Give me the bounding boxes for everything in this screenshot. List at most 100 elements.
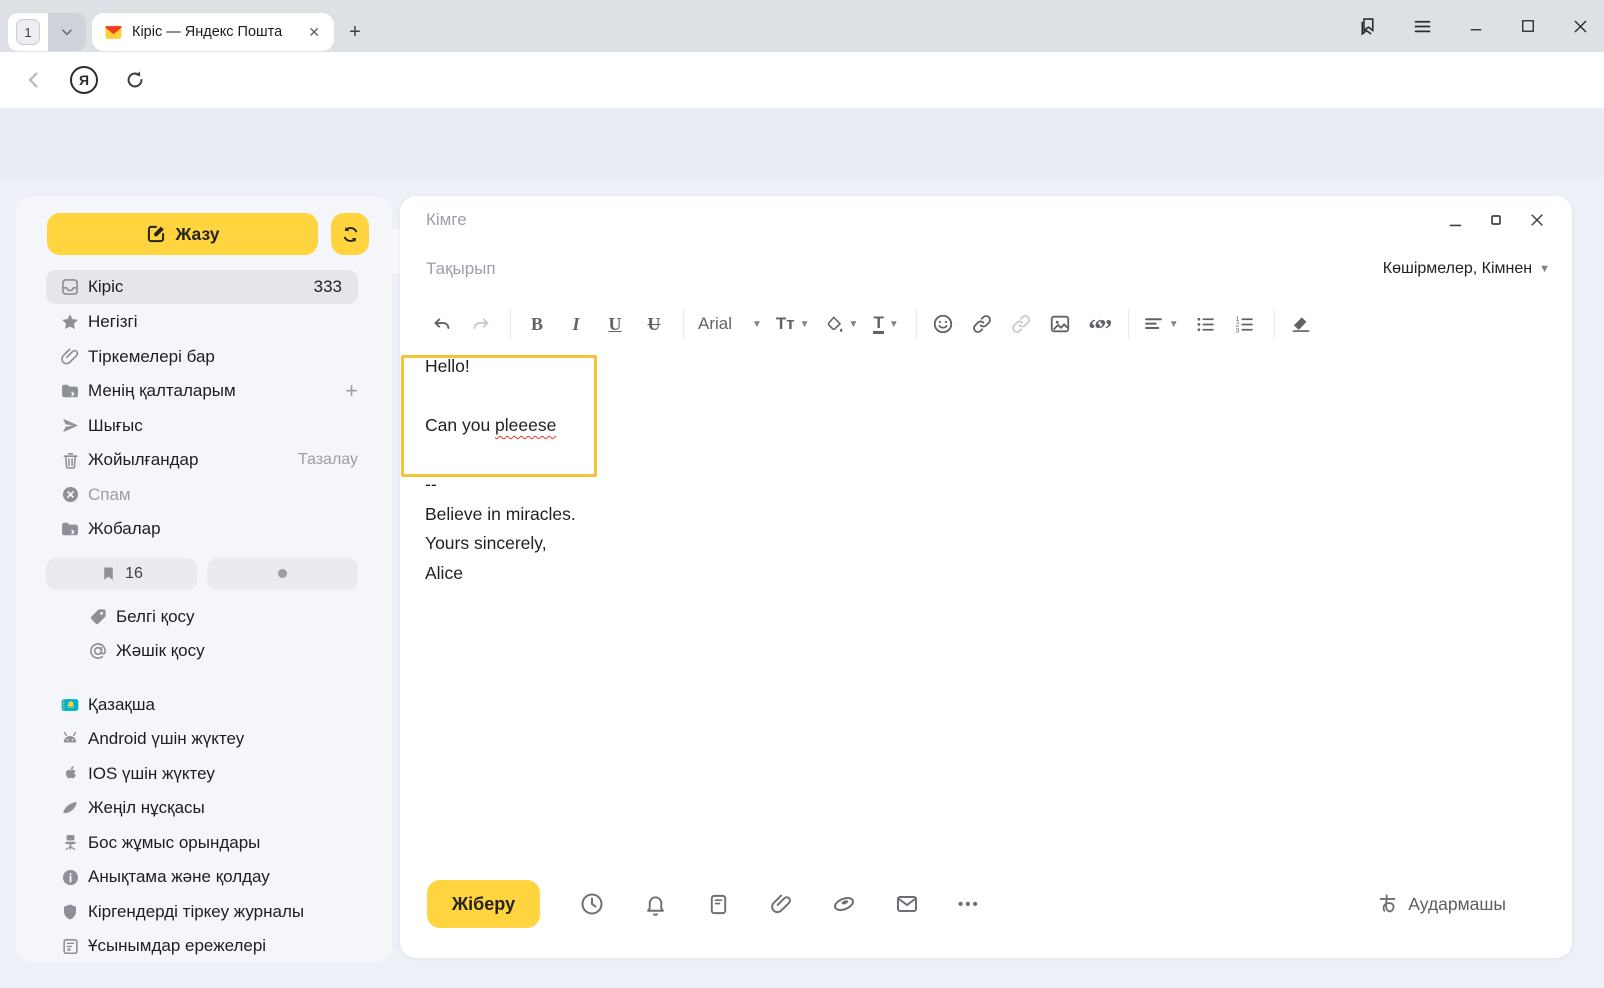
reload-icon[interactable]: [124, 69, 146, 91]
new-tab-button[interactable]: +: [342, 19, 368, 45]
font-size-dropdown[interactable]: Tт▼: [776, 310, 810, 338]
subject-field[interactable]: [426, 259, 1383, 279]
more-actions-icon[interactable]: •••: [958, 896, 980, 913]
attach-from-disk-icon[interactable]: [832, 892, 856, 916]
bookmarks-pill[interactable]: 16: [46, 558, 197, 590]
signature-line: Yours sincerely,: [425, 529, 1125, 559]
schedule-send-icon[interactable]: [580, 892, 604, 916]
sidebar-pills: 16: [46, 558, 358, 590]
add-mailbox-item[interactable]: Жәшік қосу: [16, 634, 392, 669]
strikethrough-button[interactable]: U: [642, 310, 666, 338]
italic-button[interactable]: I: [564, 310, 588, 338]
android-download-item[interactable]: Android үшін жүктеу: [16, 722, 392, 757]
sidebar-item-inbox[interactable]: Кіріс 333: [46, 270, 358, 304]
tab-counter[interactable]: 1: [8, 13, 48, 51]
highlight-color-button[interactable]: ▼: [825, 310, 859, 338]
add-tag-label: Белгі қосу: [116, 607, 195, 627]
login-journal-item[interactable]: Кіргендерді тіркеу журналы: [16, 895, 392, 930]
redo-button[interactable]: [469, 310, 493, 338]
folder-label: Негізгі: [88, 312, 137, 332]
tab-close-icon[interactable]: ✕: [304, 22, 324, 43]
recommendation-rules-item[interactable]: Ұсынымдар ережелері: [16, 929, 392, 964]
browser-menu-icon[interactable]: [1412, 16, 1433, 37]
tag-icon: [88, 607, 108, 627]
inbox-icon: [60, 277, 80, 297]
address-bar: Я mail.yandex.ru Кіріс — Яндекс Пошта Ре…: [0, 52, 1604, 108]
paperclip-icon: [60, 347, 80, 367]
window-maximize-button[interactable]: [1519, 17, 1537, 35]
clear-formatting-button[interactable]: [1289, 310, 1313, 338]
sidebar-item-attachments[interactable]: Тіркемелері бар: [16, 340, 392, 375]
sidebar-item-trash[interactable]: Жойылғандар Тазалау: [16, 443, 392, 478]
tab-group-control[interactable]: 1: [8, 13, 86, 51]
service-header: Я 360 Пошта Диск: [0, 108, 1604, 180]
undo-button[interactable]: [430, 310, 454, 338]
compose-popout-icon[interactable]: [1490, 214, 1502, 226]
recipient-row: [400, 196, 1572, 244]
numbered-list-button[interactable]: [1233, 310, 1257, 338]
inbox-count: 333: [314, 277, 342, 297]
underline-button[interactable]: U: [603, 310, 627, 338]
panels-icon[interactable]: [1357, 16, 1378, 37]
info-icon: [60, 867, 80, 887]
font-family-dropdown[interactable]: Arial: [698, 310, 732, 338]
compose-actions-bar: Жіберу ••• Аудармашы: [400, 880, 1572, 928]
add-folder-icon[interactable]: +: [345, 381, 358, 401]
compose-window: Көшірмелер, Кімнен ▼ B I U U Arial ▼ Tт▼…: [400, 196, 1572, 958]
insert-image-button[interactable]: [1048, 310, 1072, 338]
tab-count-badge: 1: [16, 19, 40, 45]
dot-pill[interactable]: [207, 558, 358, 590]
message-body[interactable]: Hello! Can you pleeese -- Believe in mir…: [425, 352, 1125, 588]
dot-icon: [278, 569, 287, 578]
cc-from-toggle[interactable]: Көшірмелер, Кімнен ▼: [1383, 260, 1550, 278]
refresh-button[interactable]: [331, 213, 369, 255]
tab-list-chevron-icon[interactable]: [48, 13, 86, 51]
clear-trash-link[interactable]: Тазалау: [298, 451, 358, 469]
yandex-home-icon[interactable]: Я: [70, 66, 98, 94]
send-button[interactable]: Жіберу: [427, 880, 540, 928]
sidebar-item-important[interactable]: Негізгі: [16, 305, 392, 340]
bold-button[interactable]: B: [525, 310, 549, 338]
text-color-button[interactable]: T▼: [873, 310, 898, 338]
light-version-item[interactable]: Жеңіл нұсқасы: [16, 791, 392, 826]
add-tag-item[interactable]: Белгі қосу: [16, 600, 392, 635]
reminder-bell-icon[interactable]: [643, 892, 667, 916]
translate-kana-icon: [1377, 893, 1399, 915]
chevron-down-icon[interactable]: ▼: [752, 319, 762, 330]
sidebar-item-sent[interactable]: Шығыс: [16, 409, 392, 444]
chevron-down-icon: ▼: [1169, 319, 1179, 330]
attach-from-mail-icon[interactable]: [895, 892, 919, 916]
folder-label: Жобалар: [88, 519, 161, 539]
template-icon[interactable]: [706, 892, 730, 916]
emoji-button[interactable]: [931, 310, 955, 338]
cc-from-label: Көшірмелер, Кімнен: [1383, 260, 1532, 278]
to-field[interactable]: [426, 210, 1447, 230]
translator-toggle[interactable]: Аудармашы: [1377, 880, 1506, 928]
browser-window: 1 Кіріс — Яндекс Пошта ✕ + Я mail.yandex…: [0, 0, 1604, 988]
compose-button[interactable]: Жазу: [47, 213, 318, 255]
folder-list: Кіріс 333 Негізгі Тіркемелері бар Менің …: [16, 270, 392, 547]
bullet-list-button[interactable]: [1194, 310, 1218, 338]
back-button-icon[interactable]: [22, 68, 46, 92]
browser-titlebar: 1 Кіріс — Яндекс Пошта ✕ +: [0, 0, 1604, 52]
sidebar-item-spam[interactable]: Спам: [16, 478, 392, 513]
align-button[interactable]: ▼: [1143, 310, 1179, 338]
compose-close-icon[interactable]: [1528, 211, 1546, 229]
sidebar-item-my-folders[interactable]: Менің қалталарым +: [16, 374, 392, 409]
blockquote-button[interactable]: “”: [1087, 310, 1111, 338]
window-minimize-button[interactable]: [1467, 17, 1485, 35]
language-item[interactable]: Қазақша: [16, 688, 392, 723]
browser-tab[interactable]: Кіріс — Яндекс Пошта ✕: [92, 13, 334, 51]
remove-link-button[interactable]: [1009, 310, 1033, 338]
sidebar-item-drafts[interactable]: Жобалар: [16, 512, 392, 547]
divider: [1274, 309, 1275, 339]
window-close-button[interactable]: [1571, 17, 1590, 36]
feather-icon: [60, 798, 80, 818]
vacancies-item[interactable]: Бос жұмыс орындары: [16, 826, 392, 861]
help-support-item[interactable]: Анықтама және қолдау: [16, 860, 392, 895]
compose-pencil-icon: [146, 224, 166, 244]
attach-file-icon[interactable]: [769, 892, 793, 916]
insert-link-button[interactable]: [970, 310, 994, 338]
compose-minimize-icon[interactable]: [1447, 212, 1464, 229]
ios-download-item[interactable]: IOS үшін жүктеу: [16, 757, 392, 792]
